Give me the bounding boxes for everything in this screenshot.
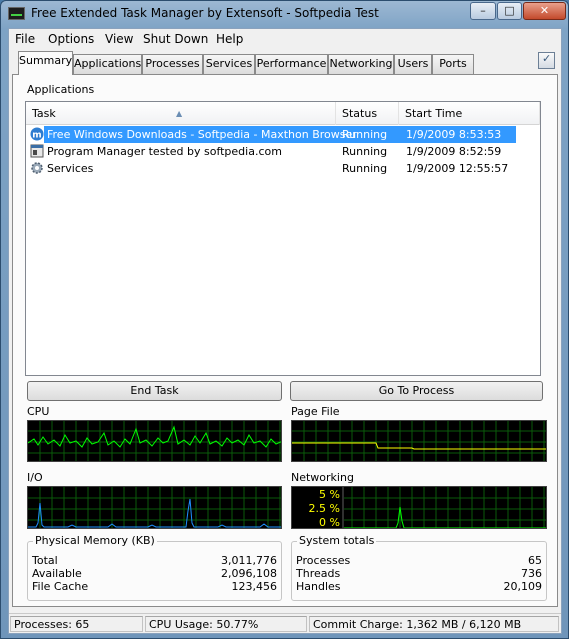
- tab-processes[interactable]: Processes: [142, 54, 203, 74]
- title-bar[interactable]: Free Extended Task Manager by Extensoft …: [1, 1, 568, 27]
- status-cpu-usage: CPU Usage: 50.77%: [145, 616, 307, 632]
- program-manager-icon: [30, 144, 44, 158]
- end-task-button[interactable]: End Task: [27, 381, 282, 401]
- system-totals-title: System totals: [297, 534, 377, 547]
- task-start-time: 1/9/2009 8:53:53: [406, 128, 502, 141]
- memory-available-label: Available: [32, 567, 82, 580]
- cpu-graph-canvas: [28, 421, 281, 461]
- task-status: Running: [342, 128, 388, 141]
- gear-icon: [31, 162, 43, 174]
- sort-ascending-icon: ▲: [176, 109, 183, 118]
- tab-strip: Summary Applications Processes Services …: [9, 51, 561, 75]
- memory-file-cache-value: 123,456: [231, 580, 278, 593]
- totals-handles-label: Handles: [296, 580, 341, 593]
- memory-total-value: 3,011,776: [221, 554, 277, 567]
- tab-services[interactable]: Services: [203, 54, 255, 74]
- page-file-graph-canvas: [292, 421, 546, 461]
- applications-label: Applications: [27, 83, 95, 96]
- menu-help[interactable]: Help: [216, 32, 243, 46]
- list-row-maxthon[interactable]: m Free Windows Downloads - Softpedia - M…: [26, 126, 540, 143]
- cpu-graph: [27, 420, 282, 462]
- svg-text:m: m: [32, 131, 41, 141]
- task-start-time: 1/9/2009 12:55:57: [406, 162, 509, 175]
- close-button[interactable]: ✕: [523, 2, 566, 20]
- list-row-program-manager[interactable]: Program Manager tested by softpedia.com …: [26, 143, 540, 160]
- network-utilization-line: [344, 506, 546, 528]
- minimize-button[interactable]: –: [470, 2, 496, 20]
- networking-label: Networking: [291, 471, 354, 484]
- page-file-graph: [291, 420, 547, 462]
- networking-graph-canvas: [342, 487, 546, 528]
- totals-threads-label: Threads: [296, 567, 341, 580]
- io-label: I/O: [27, 471, 43, 484]
- task-name: Free Windows Downloads - Softpedia - Max…: [47, 128, 357, 141]
- tab-performance[interactable]: Performance: [255, 54, 328, 74]
- status-processes: Processes: 65: [10, 616, 143, 632]
- client-area: File Options View Shut Down Help Summary…: [8, 28, 562, 634]
- menu-bar: File Options View Shut Down Help: [9, 29, 561, 49]
- page-file-usage-line: [292, 442, 546, 450]
- networking-graph: 5 % 2.5 % 0 %: [291, 486, 547, 529]
- totals-threads-value: 736: [521, 567, 542, 580]
- column-header-start-time[interactable]: Start Time: [399, 102, 540, 125]
- list-row-services[interactable]: Services Running 1/9/2009 12:55:57: [26, 160, 540, 177]
- task-start-time: 1/9/2009 8:52:59: [406, 145, 502, 158]
- totals-handles-value: 20,109: [503, 580, 543, 593]
- system-totals-group: System totals Processes 65 Threads 736 H…: [291, 534, 547, 601]
- list-header: Task ▲ Status Start Time: [26, 102, 540, 125]
- column-header-task[interactable]: Task ▲: [26, 102, 336, 125]
- tab-ports[interactable]: Ports: [432, 54, 474, 74]
- task-manager-window: Free Extended Task Manager by Extensoft …: [0, 0, 569, 639]
- window-title: Free Extended Task Manager by Extensoft …: [31, 6, 379, 20]
- task-name: Services: [47, 162, 94, 175]
- task-name: Program Manager tested by softpedia.com: [47, 145, 282, 158]
- totals-processes-value: 65: [528, 554, 542, 567]
- tab-summary[interactable]: Summary: [18, 51, 73, 75]
- go-to-process-button[interactable]: Go To Process: [290, 381, 543, 401]
- maximize-button[interactable]: □: [497, 2, 522, 20]
- status-bar: Processes: 65 CPU Usage: 50.77% Commit C…: [9, 613, 561, 633]
- totals-processes-label: Processes: [296, 554, 351, 567]
- menu-view[interactable]: View: [105, 32, 133, 46]
- tab-networking[interactable]: Networking: [328, 54, 394, 74]
- status-commit-charge: Commit Charge: 1,362 MB / 6,120 MB: [309, 616, 559, 632]
- maxthon-icon: m: [30, 127, 44, 141]
- column-task-label: Task: [32, 107, 56, 120]
- summary-panel: Applications Task ▲ Status Start Time m: [12, 74, 558, 607]
- task-manager-icon: [8, 7, 25, 20]
- menu-file[interactable]: File: [15, 32, 35, 46]
- io-graph-canvas: [28, 487, 281, 528]
- tab-users[interactable]: Users: [394, 54, 432, 74]
- applications-list[interactable]: Task ▲ Status Start Time m Free Windows …: [25, 101, 541, 376]
- tab-applications[interactable]: Applications: [73, 54, 142, 74]
- memory-file-cache-label: File Cache: [32, 580, 89, 593]
- physical-memory-group: Physical Memory (KB) Total 3,011,776 Ava…: [27, 534, 282, 601]
- column-header-status[interactable]: Status: [336, 102, 399, 125]
- memory-available-value: 2,096,108: [221, 567, 277, 580]
- menu-shut-down[interactable]: Shut Down: [143, 32, 208, 46]
- menu-options[interactable]: Options: [48, 32, 94, 46]
- memory-total-label: Total: [32, 554, 58, 567]
- task-status: Running: [342, 145, 388, 158]
- physical-memory-title: Physical Memory (KB): [33, 534, 157, 547]
- refresh-icon[interactable]: [538, 52, 555, 69]
- task-status: Running: [342, 162, 388, 175]
- io-graph: [27, 486, 282, 529]
- cpu-label: CPU: [27, 405, 50, 418]
- page-file-label: Page File: [291, 405, 340, 418]
